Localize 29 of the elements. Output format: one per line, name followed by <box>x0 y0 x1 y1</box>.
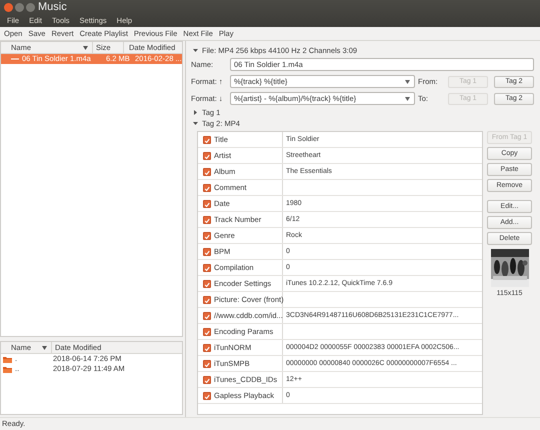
checkbox[interactable] <box>203 232 211 240</box>
checkbox[interactable] <box>203 376 211 384</box>
expander-icon <box>193 48 198 52</box>
checkbox[interactable] <box>203 280 211 288</box>
sort-icon <box>83 46 88 50</box>
checkbox[interactable] <box>203 264 211 272</box>
checkbox[interactable] <box>203 216 211 224</box>
caret-icon <box>405 96 410 100</box>
checkbox[interactable] <box>203 392 211 400</box>
folder-icon <box>3 356 12 362</box>
checkbox[interactable] <box>203 328 211 336</box>
window-title: Music <box>38 0 67 14</box>
checkbox[interactable] <box>203 184 211 192</box>
checkbox[interactable] <box>203 344 211 352</box>
checkbox[interactable] <box>203 248 211 256</box>
checkbox[interactable] <box>203 360 211 368</box>
sort-icon <box>42 346 47 350</box>
checkbox[interactable] <box>203 136 211 144</box>
checkbox[interactable] <box>203 312 211 320</box>
dash-icon <box>11 56 19 62</box>
checkbox[interactable] <box>203 168 211 176</box>
minimize-button[interactable] <box>15 3 24 12</box>
checkbox[interactable] <box>203 296 211 304</box>
checkbox[interactable] <box>203 200 211 208</box>
folder-icon <box>3 366 12 372</box>
close-button[interactable] <box>4 3 13 12</box>
maximize-button[interactable] <box>26 3 35 12</box>
checkbox[interactable] <box>203 152 211 160</box>
caret-icon <box>405 80 410 84</box>
